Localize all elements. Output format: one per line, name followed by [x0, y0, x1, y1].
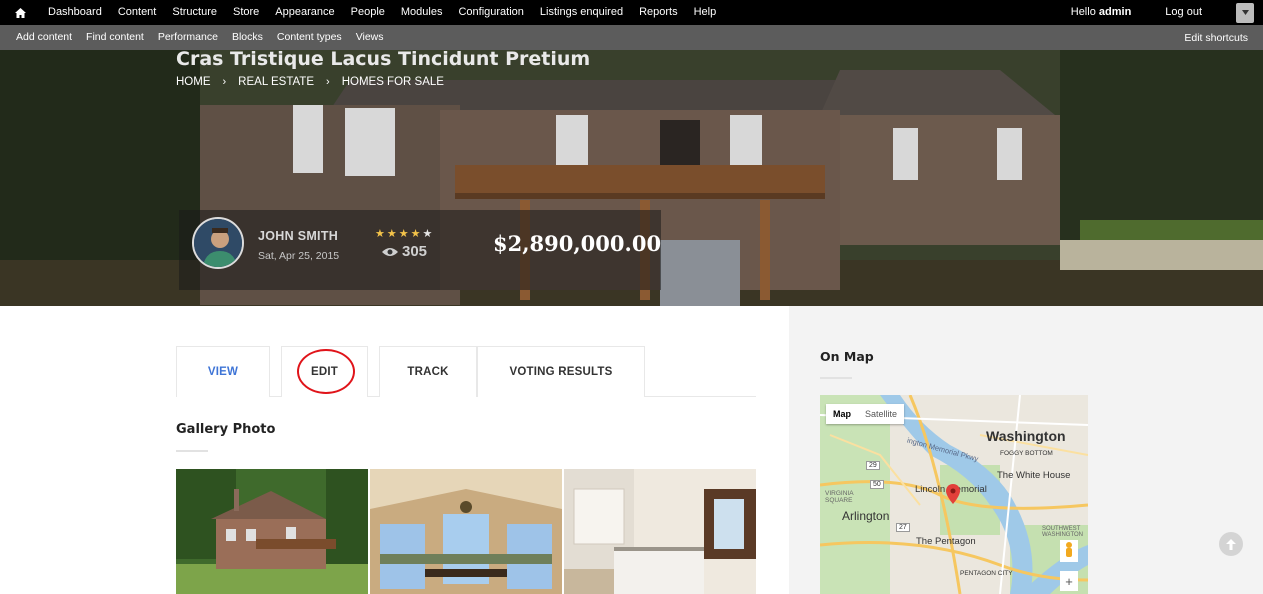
- property-price: $2,890,000.00: [493, 231, 662, 256]
- star-icon[interactable]: ★: [375, 227, 385, 240]
- breadcrumb: HOME › REAL ESTATE › HOMES FOR SALE: [176, 76, 444, 88]
- map-marker-icon[interactable]: [946, 484, 960, 504]
- on-map-title: On Map: [820, 349, 874, 364]
- username: admin: [1098, 6, 1132, 18]
- star-icon[interactable]: ★: [399, 227, 409, 240]
- admin-menu-modules[interactable]: Modules: [393, 0, 451, 25]
- property-hero: Cras Tristique Lacus Tincidunt Pretium H…: [0, 50, 1263, 306]
- chevron-down-icon: [1241, 10, 1249, 15]
- star-icon[interactable]: ★: [387, 227, 397, 240]
- breadcrumb-real-estate[interactable]: REAL ESTATE: [238, 76, 314, 88]
- map-label-white-house: The White House: [997, 470, 1071, 481]
- breadcrumb-home[interactable]: HOME: [176, 76, 211, 88]
- route-27-shield: 27: [896, 523, 910, 532]
- arrow-up-icon: [1226, 538, 1236, 550]
- map-type-map[interactable]: Map: [826, 404, 858, 424]
- greeting-text: Hello: [1070, 6, 1096, 18]
- gallery-photo-exterior[interactable]: [176, 469, 368, 594]
- chevron-right-icon: ›: [222, 76, 227, 88]
- map-label-foggy-bottom: FOGGY BOTTOM: [1000, 450, 1053, 457]
- tab-voting-results[interactable]: VOTING RESULTS: [477, 346, 645, 397]
- map-label-pentagon-city: PENTAGON CITY: [960, 570, 1013, 577]
- shortcuts-toggle-button[interactable]: [1236, 2, 1254, 23]
- admin-menu-dashboard[interactable]: Dashboard: [40, 0, 110, 25]
- tab-view[interactable]: VIEW: [176, 346, 270, 397]
- agent-info-card: JOHN SMITH Sat, Apr 25, 2015 ★ ★ ★ ★ ★ 3…: [179, 210, 661, 290]
- admin-user-area: Hello admin Log out: [1062, 0, 1263, 25]
- zoom-in-button[interactable]: +: [1060, 571, 1078, 591]
- map-label-washington: Washington: [986, 428, 1066, 444]
- map-label-pentagon: The Pentagon: [916, 536, 976, 547]
- admin-menu-structure[interactable]: Structure: [164, 0, 225, 25]
- admin-menu: Dashboard Content Structure Store Appear…: [40, 0, 724, 25]
- shortcut-content-types[interactable]: Content types: [270, 25, 349, 50]
- gallery-title: Gallery Photo: [176, 422, 276, 437]
- map-label-southwest: SOUTHWEST WASHINGTON: [1042, 526, 1084, 538]
- edit-shortcuts-link[interactable]: Edit shortcuts: [1184, 32, 1263, 44]
- admin-menu-appearance[interactable]: Appearance: [267, 0, 342, 25]
- admin-menu-people[interactable]: People: [343, 0, 393, 25]
- admin-menu-reports[interactable]: Reports: [631, 0, 686, 25]
- admin-menu-store[interactable]: Store: [225, 0, 267, 25]
- on-map-underline: [820, 377, 852, 379]
- admin-toolbar: Dashboard Content Structure Store Appear…: [0, 0, 1263, 25]
- user-greeting[interactable]: Hello admin: [1062, 0, 1141, 25]
- gallery-photo-dining[interactable]: [370, 469, 562, 594]
- map-type-satellite[interactable]: Satellite: [858, 404, 904, 424]
- pegman-icon[interactable]: [1060, 540, 1078, 562]
- sidebar: On Map Map Satellite Washington FOGGY BO…: [789, 306, 1263, 594]
- route-29-shield: 29: [866, 461, 880, 470]
- breadcrumb-homes-for-sale[interactable]: HOMES FOR SALE: [342, 76, 444, 88]
- chevron-right-icon: ›: [326, 76, 330, 88]
- tab-edit[interactable]: EDIT: [281, 346, 368, 397]
- map-label-arlington: Arlington: [842, 509, 890, 523]
- shortcuts-bar: Add content Find content Performance Blo…: [0, 25, 1263, 50]
- shortcut-blocks[interactable]: Blocks: [225, 25, 270, 50]
- node-tabs: VIEW EDIT TRACK VOTING RESULTS: [176, 346, 756, 397]
- admin-menu-content[interactable]: Content: [110, 0, 165, 25]
- admin-menu-configuration[interactable]: Configuration: [450, 0, 531, 25]
- shortcut-add-content[interactable]: Add content: [9, 25, 79, 50]
- shortcut-performance[interactable]: Performance: [151, 25, 225, 50]
- star-icon[interactable]: ★: [423, 227, 433, 240]
- map-type-toggle: Map Satellite: [826, 404, 905, 424]
- tab-track[interactable]: TRACK: [379, 346, 477, 397]
- avatar[interactable]: [192, 217, 244, 269]
- admin-menu-help[interactable]: Help: [686, 0, 725, 25]
- gallery-photo-kitchen[interactable]: [564, 469, 756, 594]
- agent-name[interactable]: JOHN SMITH: [258, 229, 338, 243]
- home-icon[interactable]: [0, 0, 40, 25]
- logout-link[interactable]: Log out: [1140, 0, 1211, 25]
- main-content: VIEW EDIT TRACK VOTING RESULTS Gallery P…: [0, 306, 789, 594]
- shortcut-find-content[interactable]: Find content: [79, 25, 151, 50]
- gallery-photos: [176, 469, 756, 594]
- gallery-title-underline: [176, 450, 208, 452]
- admin-menu-listings-enquired[interactable]: Listings enquired: [532, 0, 631, 25]
- eye-icon: [382, 247, 398, 256]
- star-icon[interactable]: ★: [411, 227, 421, 240]
- post-date: Sat, Apr 25, 2015: [258, 250, 340, 262]
- view-count-value: 305: [402, 243, 428, 260]
- rating-stars[interactable]: ★ ★ ★ ★ ★: [375, 227, 432, 240]
- scroll-to-top-button[interactable]: [1219, 532, 1243, 556]
- page-title: Cras Tristique Lacus Tincidunt Pretium: [176, 50, 591, 70]
- shortcut-views[interactable]: Views: [349, 25, 391, 50]
- route-50-shield: 50: [870, 480, 884, 489]
- map-label-virginia-square: VIRGINIA SQUARE: [825, 490, 854, 504]
- view-count: 305: [382, 243, 427, 260]
- location-map[interactable]: Map Satellite Washington FOGGY BOTTOM in…: [820, 395, 1088, 594]
